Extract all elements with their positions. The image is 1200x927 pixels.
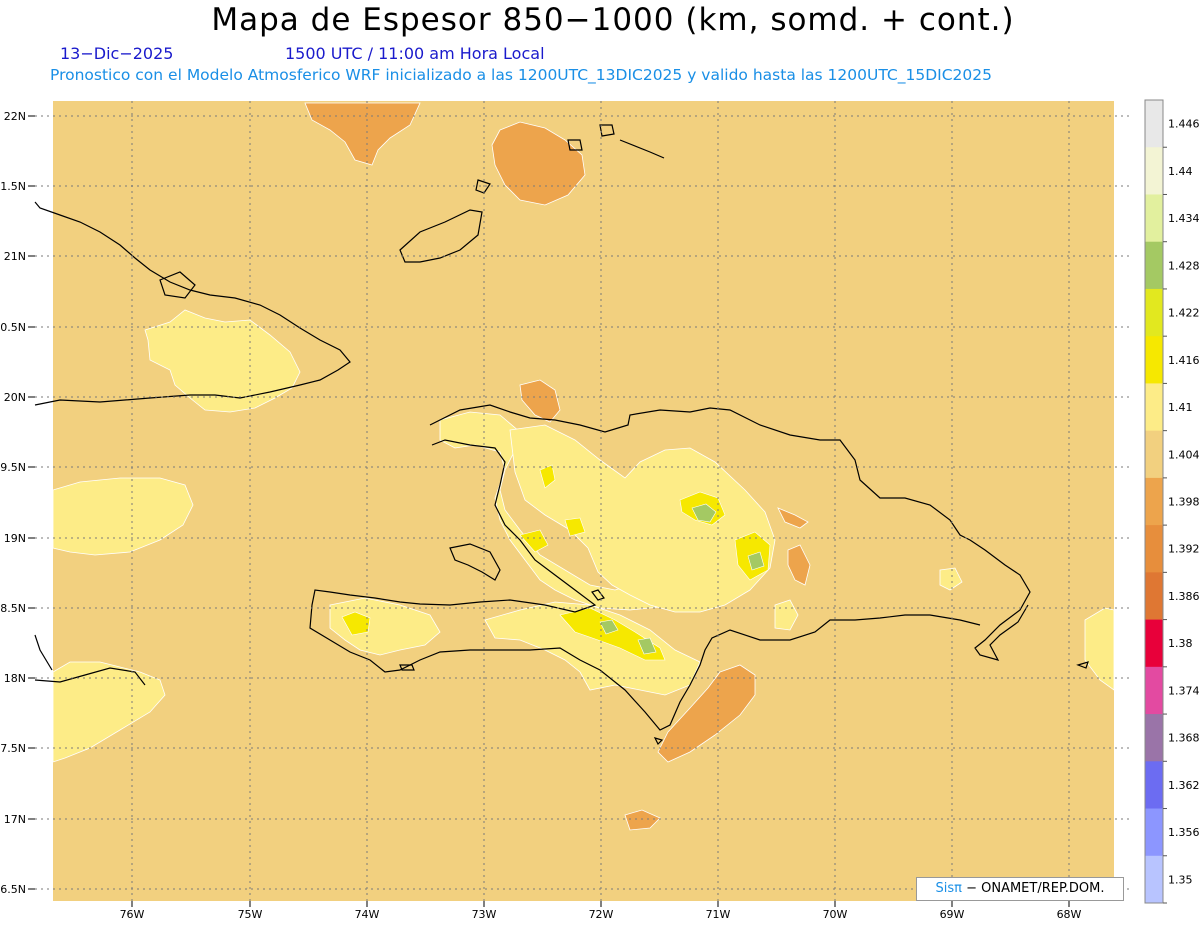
latitude-ticks: [28, 115, 35, 890]
colorbar-label: 1.356: [1168, 826, 1200, 839]
lon-label: 72W: [589, 908, 614, 921]
lat-label: 8.5N: [0, 602, 26, 615]
credit-box: Sisπ − ONAMET/REP.DOM.: [916, 877, 1124, 901]
colorbar-swatch: [1145, 336, 1163, 384]
colorbar-label: 1.35: [1168, 873, 1193, 886]
colorbar-swatch: [1145, 714, 1163, 762]
colorbar-swatch: [1145, 100, 1163, 148]
colorbar-swatch: [1145, 761, 1163, 810]
lat-label: 0.5N: [0, 321, 26, 334]
colorbar-label: 1.41: [1168, 401, 1193, 414]
colorbar-swatch: [1145, 619, 1163, 668]
latitude-labels: 22N 1.5N 21N 0.5N 20N 9.5N 19N 8.5N 18N …: [0, 110, 26, 896]
colorbar-swatch: [1145, 147, 1163, 195]
colorbar-label: 1.374: [1168, 684, 1200, 697]
colorbar-label: 1.44: [1168, 165, 1193, 178]
lat-label: 17N: [4, 813, 26, 826]
lon-label: 69W: [940, 908, 965, 921]
longitude-labels: 76W 75W 74W 73W 72W 71W 70W 69W 68W: [120, 908, 1082, 921]
lat-label: 20N: [4, 391, 26, 404]
colorbar-label: 1.38: [1168, 637, 1193, 650]
lon-label: 70W: [823, 908, 848, 921]
lon-label: 68W: [1057, 908, 1082, 921]
colorbar-label: 1.362: [1168, 779, 1200, 792]
colorbar-label: 1.404: [1168, 448, 1200, 461]
colorbar-label: 1.446: [1168, 118, 1200, 131]
colorbar-swatch: [1145, 808, 1163, 857]
colorbar-label: 1.422: [1168, 307, 1200, 320]
colorbar-swatch: [1145, 525, 1163, 573]
lat-label: 19N: [4, 532, 26, 545]
lon-label: 75W: [238, 908, 263, 921]
lat-label: 18N: [4, 672, 26, 685]
sispi-logo: Sisπ: [935, 881, 962, 896]
colorbar-swatch: [1145, 477, 1163, 526]
lat-label: 7.5N: [0, 742, 26, 755]
colorbar-label: 1.416: [1168, 354, 1200, 367]
colorbar-label: 1.368: [1168, 732, 1200, 745]
colorbar-swatch: [1145, 288, 1163, 337]
lon-label: 73W: [472, 908, 497, 921]
lon-label: 74W: [355, 908, 380, 921]
lat-label: 22N: [4, 110, 26, 123]
lon-label: 76W: [120, 908, 145, 921]
colorbar-label: 1.434: [1168, 212, 1200, 225]
colorbar-label: 1.392: [1168, 543, 1200, 556]
colorbar-swatch: [1145, 572, 1163, 621]
colorbar-label: 1.386: [1168, 590, 1200, 603]
colorbar-swatch: [1145, 194, 1163, 243]
thickness-map: 22N 1.5N 21N 0.5N 20N 9.5N 19N 8.5N 18N …: [0, 99, 1200, 921]
credit-text: − ONAMET/REP.DOM.: [966, 881, 1105, 896]
colorbar-label: 1.428: [1168, 259, 1200, 272]
colorbar: 1.446 1.44 1.434 1.428 1.422 1.416 1.41 1.404 1.…: [1144, 99, 1200, 904]
colorbar-swatch: [1145, 430, 1163, 479]
longitude-ticks: [131, 901, 1070, 907]
colorbar-label: 1.398: [1168, 496, 1200, 509]
colorbar-swatch: [1145, 383, 1163, 432]
colorbar-swatch: [1145, 241, 1163, 290]
lat-label: 1.5N: [0, 180, 26, 193]
lon-label: 71W: [706, 908, 731, 921]
lat-label: 6.5N: [0, 883, 26, 896]
lat-label: 9.5N: [0, 461, 26, 474]
colorbar-swatch: [1145, 855, 1163, 904]
lat-label: 21N: [4, 250, 26, 263]
colorbar-swatch: [1145, 666, 1163, 715]
